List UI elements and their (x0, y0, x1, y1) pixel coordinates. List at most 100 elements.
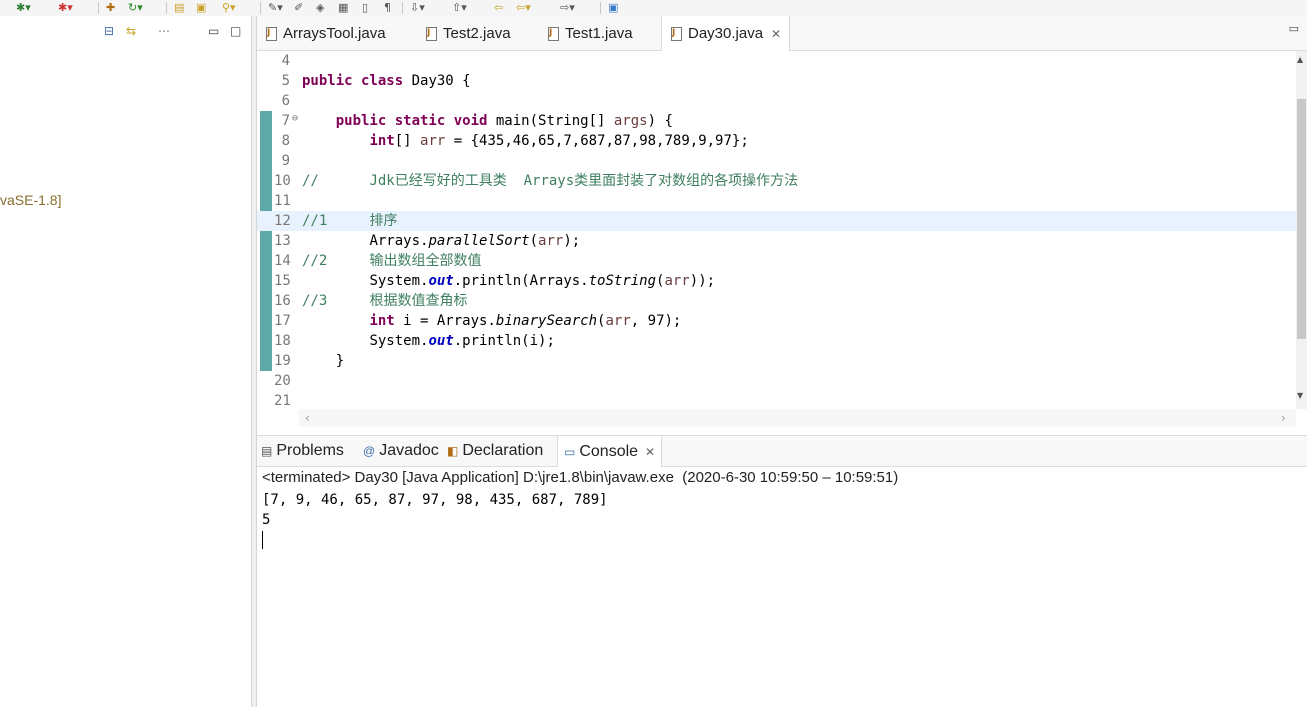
tab-test1[interactable]: Test1.java (547, 16, 633, 50)
code-text: ); (563, 233, 581, 249)
tab-problems[interactable]: ▤ Problems (261, 436, 344, 466)
run-debug-icon[interactable]: ✱▾ (16, 1, 31, 15)
comment: 排序 (369, 213, 398, 229)
code-indent: //1 排序 (302, 211, 397, 231)
doc-icon[interactable]: ▯ (362, 1, 368, 15)
line-number: 13 (274, 233, 291, 249)
declaration-icon: ◧ (447, 444, 459, 458)
tab-label: Test2.java (443, 24, 511, 42)
perspective-icon[interactable]: ▣ (608, 1, 618, 15)
comment: //2 (302, 253, 328, 269)
package-explorer: ⊟ ⇆ ⋯ ▭ □ vaSE-1.8] (0, 16, 251, 707)
code-text: i = Arrays. (394, 313, 496, 329)
code-indent: } (302, 351, 344, 371)
line-number: 16 (274, 293, 291, 309)
keyword: int (369, 133, 395, 149)
code-line: 21 (257, 391, 1296, 409)
toolbar-separator (166, 2, 167, 14)
tab-declaration[interactable]: ◧ Declaration (447, 436, 543, 466)
folder-icon[interactable]: ▤ (174, 1, 184, 15)
editor-tab-bar: ArraysTool.java Test2.java Test1.java Da… (257, 16, 1307, 51)
method-name: binarySearch (495, 313, 598, 329)
code-editor[interactable]: 4 5 public class Day30 { 6 7 ⊖ public stat… (257, 51, 1296, 409)
console-output-line: [7, 9, 46, 65, 87, 97, 98, 435, 687, 789… (262, 492, 608, 508)
tab-label: Day30.java (688, 25, 764, 42)
horizontal-scrollbar[interactable]: ‹ › (299, 409, 1296, 427)
toolbar-separator (402, 2, 403, 14)
line-number: 4 (281, 53, 290, 69)
keyword: int (369, 313, 395, 329)
code-line: 5 public class Day30 { (257, 71, 1296, 91)
maximize-icon[interactable]: □ (230, 24, 241, 38)
line-number: 7 (281, 113, 290, 129)
tree-item-jre[interactable]: vaSE-1.8] (0, 192, 61, 208)
search-icon[interactable]: ⚲▾ (222, 1, 236, 15)
line-number: 21 (274, 393, 291, 409)
fold-icon[interactable]: ⊖ (292, 109, 298, 129)
code-line-current: 12 //1 排序 (257, 211, 1296, 231)
tab-test2[interactable]: Test2.java (425, 16, 511, 50)
scroll-down-icon[interactable]: ▼ (1297, 391, 1303, 400)
field-name: out (428, 333, 454, 349)
toolbar-separator (98, 2, 99, 14)
tab-arraystool[interactable]: ArraysTool.java (265, 16, 386, 50)
scroll-up-icon[interactable]: ▲ (1297, 55, 1303, 64)
code-line: 15 System.out.println(Arrays.toString(ar… (257, 271, 1296, 291)
package-explorer-header: ⊟ ⇆ ⋯ ▭ □ (0, 16, 251, 46)
new-icon[interactable]: ✚ (106, 1, 115, 15)
format-icon[interactable]: ▦ (338, 1, 348, 15)
line-number: 9 (281, 153, 290, 169)
code-text: Arrays. (369, 233, 429, 249)
line-number: 11 (274, 193, 291, 209)
last-edit-icon[interactable]: ⇦ (494, 1, 503, 15)
tab-day30[interactable]: Day30.java ✕ (661, 16, 791, 51)
run-icon[interactable]: ✱▾ (58, 1, 73, 15)
nav-forward-icon[interactable]: ⇨▾ (560, 1, 575, 15)
open-folder-icon[interactable]: ▣ (196, 1, 206, 15)
problems-icon: ▤ (261, 444, 273, 458)
variable: args (613, 113, 648, 129)
pilcrow-icon[interactable]: ¶ (384, 1, 391, 15)
code-line: 14 //2 输出数组全部数值 (257, 251, 1296, 271)
comment: 根据数值查角标 (369, 293, 468, 309)
annotation-icon[interactable]: ✎▾ (268, 1, 283, 15)
open-icon[interactable]: ↻▾ (128, 1, 143, 15)
link-editor-icon[interactable]: ⇆ (126, 24, 136, 38)
collapse-all-icon[interactable]: ⊟ (104, 24, 114, 38)
scroll-left-icon[interactable]: ‹ (305, 411, 310, 425)
line-number: 10 (274, 173, 291, 189)
code-line: 8 int[] arr = {435,46,65,7,687,87,98,789… (257, 131, 1296, 151)
main-toolbar: ✱▾ ✱▾ ✚ ↻▾ ▤ ▣ ⚲▾ ✎▾ ✐ ◈ ▦ ▯ ¶ ⇩▾ ⇧▾ ⇦ ⇦… (0, 0, 1307, 17)
nav-back-icon[interactable]: ⇦▾ (516, 1, 531, 15)
close-icon[interactable]: ✕ (645, 445, 655, 459)
pen-icon[interactable]: ✐ (294, 1, 303, 15)
comment: //3 (302, 293, 328, 309)
scroll-right-icon[interactable]: › (1281, 411, 1286, 425)
minimize-icon[interactable]: ▭ (1289, 22, 1299, 35)
line-number: 8 (281, 133, 290, 149)
view-menu-icon[interactable]: ⋯ (158, 24, 170, 38)
tab-console[interactable]: ▭ Console ✕ (557, 436, 663, 467)
code-line: 13 Arrays.parallelSort(arr); (257, 231, 1296, 251)
comment: // (302, 173, 319, 189)
scrollbar-thumb[interactable] (1297, 99, 1306, 339)
text-caret (262, 531, 263, 549)
next-annotation-icon[interactable]: ⇩▾ (410, 1, 425, 15)
line-number: 17 (274, 313, 291, 329)
code-indent: //2 输出数组全部数值 (302, 251, 481, 271)
minimize-icon[interactable]: ▭ (208, 24, 219, 38)
java-file-icon (670, 26, 682, 41)
vertical-scrollbar[interactable]: ▲ ▼ (1296, 51, 1307, 409)
close-icon[interactable]: ✕ (771, 27, 781, 41)
prev-annotation-icon[interactable]: ⇧▾ (452, 1, 467, 15)
tab-javadoc[interactable]: @ Javadoc (363, 436, 439, 466)
toggle-icon[interactable]: ◈ (316, 1, 324, 15)
method-name: toString (588, 273, 657, 289)
